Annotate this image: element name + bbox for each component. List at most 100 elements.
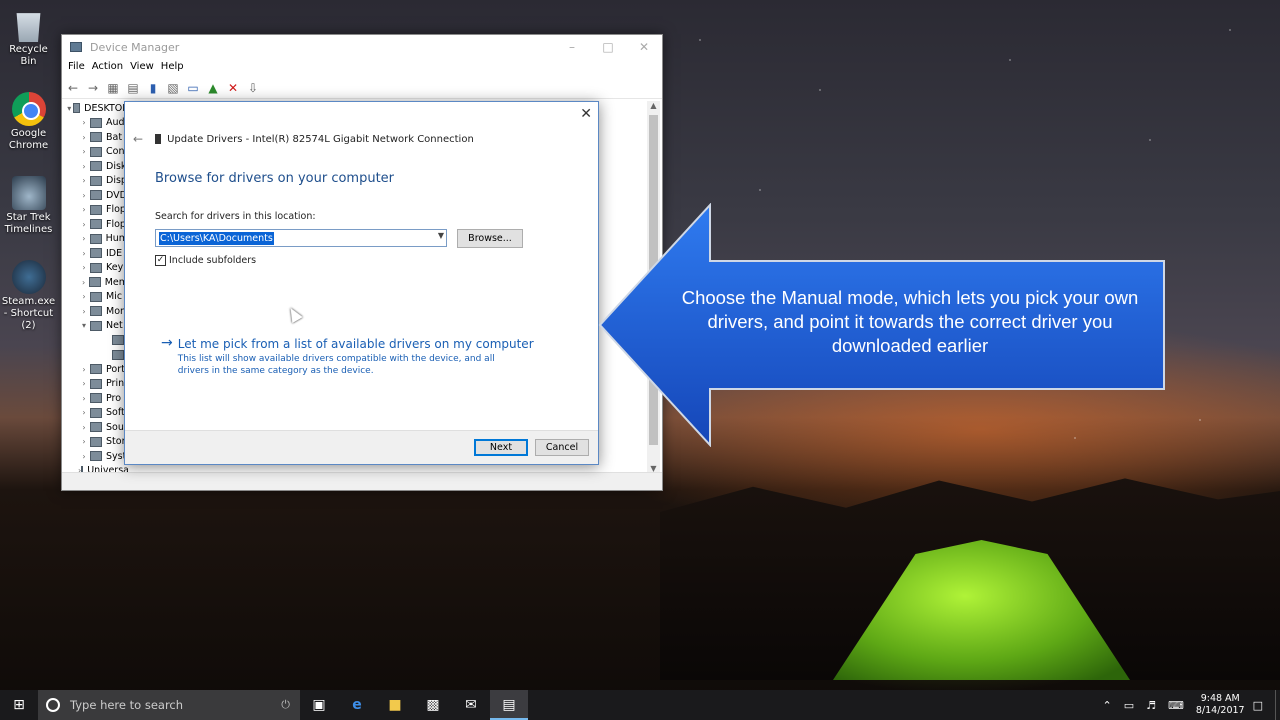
close-button[interactable]: ✕ (626, 35, 662, 59)
tree-row[interactable]: › Pro (66, 391, 128, 406)
pick-driver-link-title[interactable]: Let me pick from a list of available dri… (178, 337, 534, 351)
tree-row[interactable]: › Mon (66, 304, 128, 319)
expand-arrow-icon[interactable]: › (78, 263, 90, 272)
tree-row[interactable]: › Prin (66, 377, 128, 392)
tree-row[interactable]: › Disk (66, 159, 128, 174)
expand-arrow-icon[interactable]: › (78, 220, 90, 229)
taskbar-search-box[interactable]: Type here to search ⏻ (38, 690, 300, 720)
list-icon[interactable]: ▤ (126, 81, 140, 95)
tree-row[interactable]: ▾ Net (66, 319, 128, 334)
expand-arrow-icon[interactable]: › (78, 234, 90, 243)
keyboard-icon[interactable]: ⌨ (1168, 699, 1184, 712)
expand-arrow-icon[interactable]: › (78, 437, 90, 446)
expand-arrow-icon[interactable]: › (78, 176, 90, 185)
desktop-icon-chrome[interactable]: Google Chrome (0, 92, 57, 152)
notifications-icon[interactable]: □ (1253, 699, 1263, 712)
tree-row[interactable]: › Hum (66, 232, 128, 247)
back-arrow-icon[interactable]: ← (66, 81, 80, 95)
expand-arrow-icon[interactable]: › (78, 408, 90, 417)
edge-icon[interactable]: e (338, 690, 376, 720)
back-arrow-icon[interactable]: ← (133, 132, 143, 146)
expand-arrow-icon[interactable]: › (78, 118, 90, 127)
uninstall-x-icon[interactable]: ✕ (226, 81, 240, 95)
menu-file[interactable]: File (68, 59, 92, 77)
desktop-icon-steam[interactable]: Steam.exe - Shortcut (2) (0, 260, 57, 332)
chevron-down-icon[interactable]: ▼ (438, 231, 444, 240)
show-desktop-button[interactable] (1275, 690, 1280, 720)
expand-arrow-icon[interactable]: › (78, 249, 90, 258)
tree-row[interactable]: › Sou (66, 420, 128, 435)
tree-row[interactable]: › Mic (66, 290, 128, 305)
tree-row[interactable]: › Bat (66, 130, 128, 145)
expand-arrow-icon[interactable]: › (78, 365, 90, 374)
expand-arrow-icon[interactable]: › (78, 205, 90, 214)
tree-row[interactable]: › Port (66, 362, 128, 377)
view-icon[interactable]: ▧ (166, 81, 180, 95)
expand-arrow-icon[interactable]: › (78, 452, 90, 461)
chevron-up-icon[interactable]: ⌃ (1102, 699, 1111, 712)
tree-row[interactable]: › Con (66, 145, 128, 160)
expand-arrow-icon[interactable]: › (78, 292, 90, 301)
tree-row[interactable]: › Soft (66, 406, 128, 421)
help-icon[interactable]: ▮ (146, 81, 160, 95)
device-manager-taskbar-icon[interactable]: ▤ (490, 690, 528, 720)
path-combobox[interactable]: C:\Users\KA\Documents ▼ (155, 229, 447, 247)
store-icon[interactable]: ▩ (414, 690, 452, 720)
next-button[interactable]: Next (474, 439, 528, 456)
tree-row[interactable]: › Disp (66, 174, 128, 189)
menu-action[interactable]: Action (92, 59, 130, 77)
tree-row[interactable]: › Stor (66, 435, 128, 450)
task-view-icon[interactable]: ▣ (300, 690, 338, 720)
microphone-icon[interactable]: ⏻ (281, 698, 290, 712)
expand-arrow-icon[interactable]: › (78, 147, 90, 156)
tree-row[interactable]: › Aud (66, 116, 128, 131)
maximize-button[interactable]: □ (590, 35, 626, 59)
forward-arrow-icon[interactable]: → (86, 81, 100, 95)
path-value[interactable]: C:\Users\KA\Documents (159, 231, 274, 245)
clock[interactable]: 9:48 AM 8/14/2017 (1196, 693, 1245, 717)
tree-row[interactable]: › Key (66, 261, 128, 276)
scroll-up-arrow-icon[interactable]: ▲ (647, 101, 660, 110)
tree-row[interactable] (66, 348, 128, 363)
tree-row[interactable]: › DVD (66, 188, 128, 203)
expand-arrow-icon[interactable]: ▾ (66, 104, 73, 113)
minimize-button[interactable]: – (554, 35, 590, 59)
menu-view[interactable]: View (130, 59, 161, 77)
tree-row-label: DESKTOP (84, 102, 128, 114)
expand-arrow-icon[interactable]: › (78, 394, 90, 403)
network-icon[interactable]: ▭ (1124, 699, 1134, 712)
expand-arrow-icon[interactable]: ▾ (78, 321, 90, 330)
desktop-icon-recycle-bin[interactable]: Recycle Bin (0, 8, 57, 68)
tree-row[interactable]: › Mem (66, 275, 128, 290)
checkbox-check-icon[interactable]: ✓ (155, 255, 166, 266)
dialog-close-icon[interactable]: ✕ (580, 106, 592, 122)
properties-grid-icon[interactable]: ▦ (106, 81, 120, 95)
volume-icon[interactable]: ♬ (1146, 699, 1156, 712)
expand-arrow-icon[interactable]: › (78, 162, 90, 171)
device-category-icon (90, 219, 102, 230)
expand-arrow-icon[interactable]: › (78, 379, 90, 388)
menu-help[interactable]: Help (161, 59, 191, 77)
include-subfolders-checkbox[interactable]: ✓ Include subfolders (155, 255, 256, 266)
monitor-scan-icon[interactable]: ▭ (186, 81, 200, 95)
desktop-icon-star-trek[interactable]: Star Trek Timelines (0, 176, 57, 236)
tree-row[interactable] (66, 333, 128, 348)
tree-row[interactable]: › Syst (66, 449, 128, 464)
download-circle-icon[interactable]: ⇩ (246, 81, 260, 95)
expand-arrow-icon[interactable]: › (78, 423, 90, 432)
mail-icon[interactable]: ✉ (452, 690, 490, 720)
tree-row[interactable]: › IDE (66, 246, 128, 261)
expand-arrow-icon[interactable]: › (78, 191, 90, 200)
browse-button[interactable]: Browse... (457, 229, 523, 248)
cancel-button[interactable]: Cancel (535, 439, 589, 456)
pick-driver-link[interactable]: → Let me pick from a list of available d… (161, 335, 534, 377)
windows-start-icon[interactable]: ⊞ (0, 690, 38, 720)
tree-row[interactable]: ▾ DESKTOP (66, 101, 128, 116)
expand-arrow-icon[interactable]: › (78, 307, 90, 316)
file-explorer-icon[interactable]: ■ (376, 690, 414, 720)
update-driver-icon[interactable]: ▲ (206, 81, 220, 95)
tree-row[interactable]: › Flop (66, 217, 128, 232)
expand-arrow-icon[interactable]: › (78, 278, 89, 287)
tree-row[interactable]: › Flop (66, 203, 128, 218)
expand-arrow-icon[interactable]: › (78, 133, 90, 142)
